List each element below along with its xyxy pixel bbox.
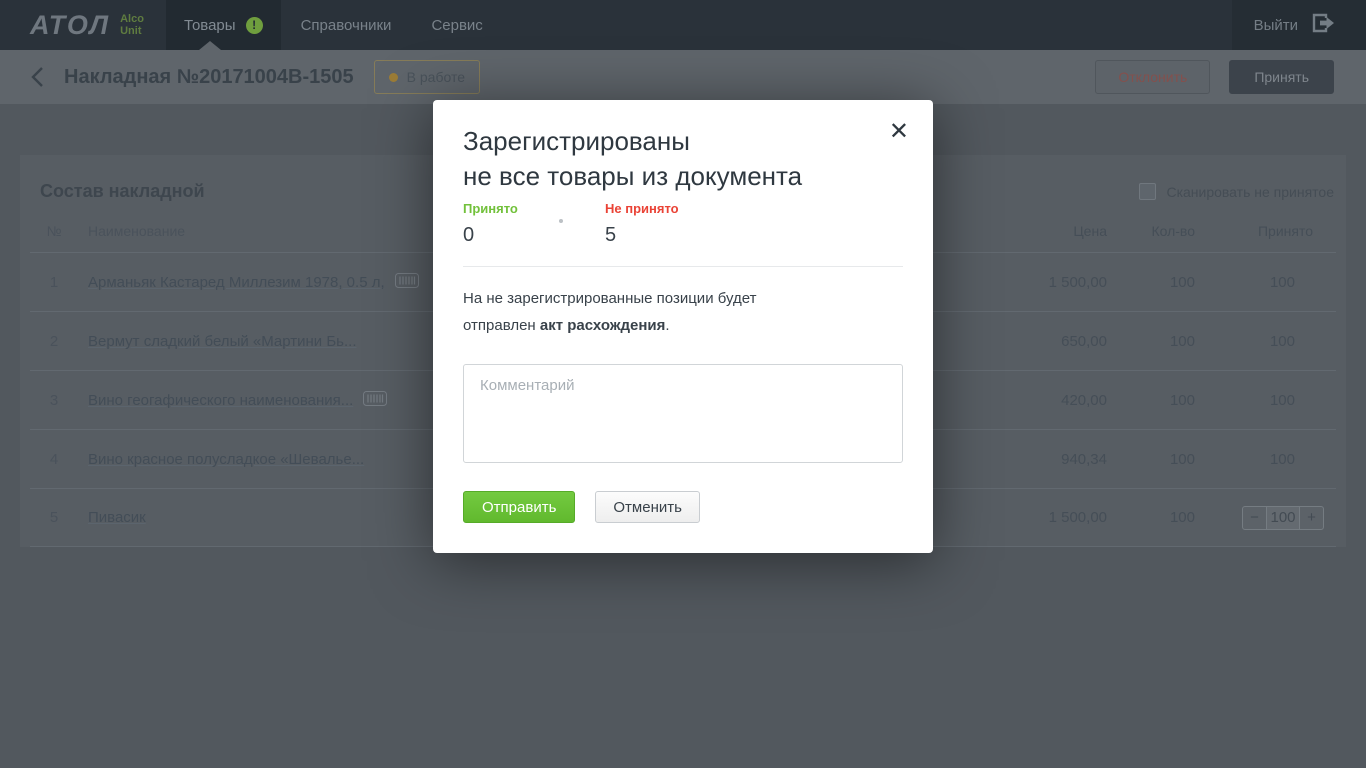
row-accepted-stepper-cell: − 100 + [1208, 506, 1336, 530]
modal-actions: Отправить Отменить [463, 491, 903, 523]
nav-item-tovary[interactable]: Товары ! [166, 0, 281, 50]
alert-badge-icon: ! [246, 17, 263, 34]
nav-item-label: Справочники [301, 17, 392, 34]
product-link[interactable]: Вино геогафического наименования... [88, 392, 353, 409]
status-label: В работе [407, 69, 465, 85]
accepted-value: 0 [463, 223, 605, 247]
nav-item-label: Товары [184, 17, 236, 34]
product-link[interactable]: Вермут сладкий белый «Мартини Бь... [88, 333, 357, 350]
modal-note: На не зарегистрированные позиции будет о… [463, 285, 808, 339]
row-accepted: 100 [1208, 333, 1336, 350]
row-price: 940,34 [1000, 451, 1120, 468]
nav-item-label: Сервис [431, 17, 482, 34]
note-suffix: . [665, 317, 669, 334]
cancel-button[interactable]: Отменить [595, 491, 700, 523]
submit-button[interactable]: Отправить [463, 491, 575, 523]
accepted-label: Принято [463, 201, 605, 216]
row-number: 5 [30, 509, 78, 526]
reject-button[interactable]: Отклонить [1095, 60, 1210, 94]
checkbox-label: Сканировать не принятое [1166, 184, 1334, 200]
note-bold-text: акт расхождения [540, 317, 665, 334]
close-icon[interactable]: ✕ [889, 120, 909, 144]
logout-label: Выйти [1254, 17, 1298, 34]
row-qty: 100 [1120, 392, 1208, 409]
checkbox-icon[interactable] [1139, 183, 1156, 200]
nav-item-spravochniki[interactable]: Справочники [281, 0, 412, 50]
row-price: 420,00 [1000, 392, 1120, 409]
row-accepted: 100 [1208, 274, 1336, 291]
row-qty: 100 [1120, 333, 1208, 350]
scan-not-accepted-toggle[interactable]: Сканировать не принятое [1139, 183, 1334, 200]
status-dot-icon [389, 73, 398, 82]
alco-unit-label: Alco Unit [120, 13, 144, 37]
row-number: 1 [30, 274, 78, 291]
quantity-stepper: − 100 + [1242, 506, 1324, 530]
modal-title-line1: Зарегистрированы [463, 124, 903, 159]
column-header-qty: Кол-во [1120, 223, 1208, 239]
registration-warning-modal: ✕ Зарегистрированы не все товары из доку… [433, 100, 933, 553]
column-header-accepted: Принято [1208, 223, 1336, 239]
nav-spacer [503, 0, 1232, 50]
row-number: 4 [30, 451, 78, 468]
stepper-minus-button[interactable]: − [1242, 506, 1267, 530]
rejected-value: 5 [605, 223, 747, 247]
row-price: 1 500,00 [1000, 274, 1120, 291]
atol-logo: АТОЛ [30, 10, 110, 41]
barcode-icon [363, 391, 387, 410]
modal-divider [463, 266, 903, 267]
product-link[interactable]: Арманьяк Кастаред Миллезим 1978, 0.5 л, [88, 274, 385, 291]
column-header-num: № [30, 223, 78, 239]
page-title: Накладная №20171004В-1505 [64, 66, 354, 89]
nav-item-servis[interactable]: Сервис [411, 0, 502, 50]
product-link[interactable]: Вино красное полусладкое «Шевалье... [88, 451, 364, 468]
stepper-plus-button[interactable]: + [1299, 506, 1324, 530]
back-button[interactable] [30, 65, 50, 89]
accepted-stat: Принято 0 [463, 201, 605, 247]
top-nav: АТОЛ Alco Unit Товары ! Справочники Серв… [0, 0, 1366, 50]
row-number: 3 [30, 392, 78, 409]
row-qty: 100 [1120, 451, 1208, 468]
rejected-label: Не принято [605, 201, 747, 216]
barcode-icon [395, 273, 419, 292]
chevron-left-icon [30, 65, 44, 89]
separator-dot-icon [559, 219, 563, 223]
modal-title: Зарегистрированы не все товары из докуме… [463, 124, 903, 194]
active-tab-notch [199, 41, 221, 50]
modal-title-line2: не все товары из документа [463, 159, 903, 194]
row-qty: 100 [1120, 509, 1208, 526]
status-badge: В работе [374, 60, 480, 94]
row-price: 650,00 [1000, 333, 1120, 350]
row-accepted: 100 [1208, 451, 1336, 468]
modal-stats: Принято 0 Не принято 5 [463, 201, 903, 247]
rejected-stat: Не принято 5 [605, 201, 747, 247]
comment-input[interactable] [463, 364, 903, 463]
stepper-value[interactable]: 100 [1267, 506, 1299, 530]
card-title: Состав накладной [40, 181, 205, 202]
page-header: Накладная №20171004В-1505 В работе Откло… [0, 50, 1366, 104]
logout-icon [1310, 12, 1336, 38]
row-price: 1 500,00 [1000, 509, 1120, 526]
row-number: 2 [30, 333, 78, 350]
product-link[interactable]: Пивасик [88, 509, 146, 526]
row-qty: 100 [1120, 274, 1208, 291]
accept-button[interactable]: Принять [1229, 60, 1334, 94]
app-logo: АТОЛ Alco Unit [0, 0, 166, 50]
logout-button[interactable]: Выйти [1232, 0, 1366, 50]
column-header-price: Цена [1000, 223, 1120, 239]
row-accepted: 100 [1208, 392, 1336, 409]
